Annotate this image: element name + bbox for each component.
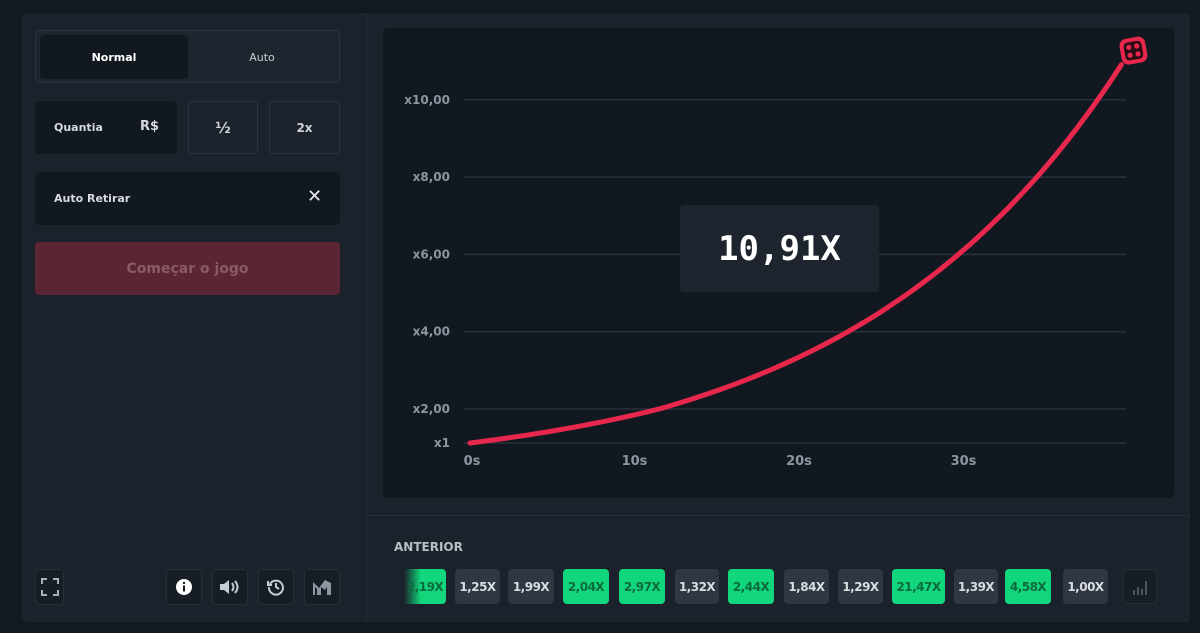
history-title: ANTERIOR <box>394 540 463 554</box>
history-stats-button[interactable] <box>1123 569 1157 604</box>
history-chip[interactable]: 1,32X <box>675 569 719 604</box>
fullscreen-button[interactable] <box>35 569 64 605</box>
stats-icon <box>313 580 331 595</box>
amount-label: Quantia <box>54 121 103 134</box>
history-chip[interactable]: 1,84X <box>784 569 829 604</box>
half-button[interactable]: ½ <box>188 101 258 154</box>
x-tick-label: 0s <box>464 454 481 469</box>
mode-tabs: Normal Auto <box>35 30 340 83</box>
current-multiplier: 10,91X <box>680 205 879 292</box>
history-chip[interactable]: 1,99X <box>508 569 554 604</box>
history-chip[interactable]: 4,58X <box>1005 569 1051 604</box>
history-chip[interactable]: 2,19X <box>404 569 446 604</box>
double-button[interactable]: 2x <box>269 101 340 154</box>
y-tick-label: x6,00 <box>413 247 450 261</box>
bar-chart-icon <box>1133 580 1147 595</box>
sound-icon <box>220 580 239 594</box>
dice-marker-icon <box>1119 36 1148 65</box>
x-tick-label: 10s <box>622 454 648 469</box>
info-button[interactable] <box>166 569 202 605</box>
y-tick-label: x1 <box>434 436 450 450</box>
history-chip[interactable]: 1,39X <box>954 569 998 604</box>
fullscreen-icon <box>40 578 59 596</box>
amount-input[interactable]: Quantia R$ <box>35 101 177 154</box>
history-chip[interactable]: 2,04X <box>563 569 609 604</box>
x-tick-label: 20s <box>786 454 812 469</box>
y-tick-label: x8,00 <box>413 170 450 184</box>
sound-button[interactable] <box>212 569 248 605</box>
stats-button[interactable] <box>304 569 340 605</box>
auto-cashout-field[interactable]: Auto Retirar ✕ <box>35 172 340 225</box>
start-game-button[interactable]: Começar o jogo <box>35 242 340 295</box>
history-chip[interactable]: 2,97X <box>619 569 665 604</box>
history-chip[interactable]: 1,25X <box>455 569 500 604</box>
history-icon <box>267 579 284 596</box>
y-tick-label: x10,00 <box>404 93 450 107</box>
currency-label: R$ <box>140 119 160 134</box>
y-tick-label: x4,00 <box>413 325 450 339</box>
close-icon[interactable]: ✕ <box>307 186 322 207</box>
history-chip[interactable]: 21,47X <box>892 569 945 604</box>
history-button[interactable] <box>258 569 294 605</box>
tab-normal[interactable]: Normal <box>40 35 188 79</box>
tab-auto[interactable]: Auto <box>188 35 336 79</box>
history-chip[interactable]: 1,00X <box>1063 569 1108 604</box>
history-chip[interactable]: 1,29X <box>838 569 883 604</box>
info-icon <box>176 579 192 595</box>
auto-cashout-label: Auto Retirar <box>54 192 131 205</box>
x-tick-label: 30s <box>951 454 977 469</box>
history-chip[interactable]: 2,44X <box>728 569 774 604</box>
y-tick-label: x2,00 <box>413 402 450 416</box>
